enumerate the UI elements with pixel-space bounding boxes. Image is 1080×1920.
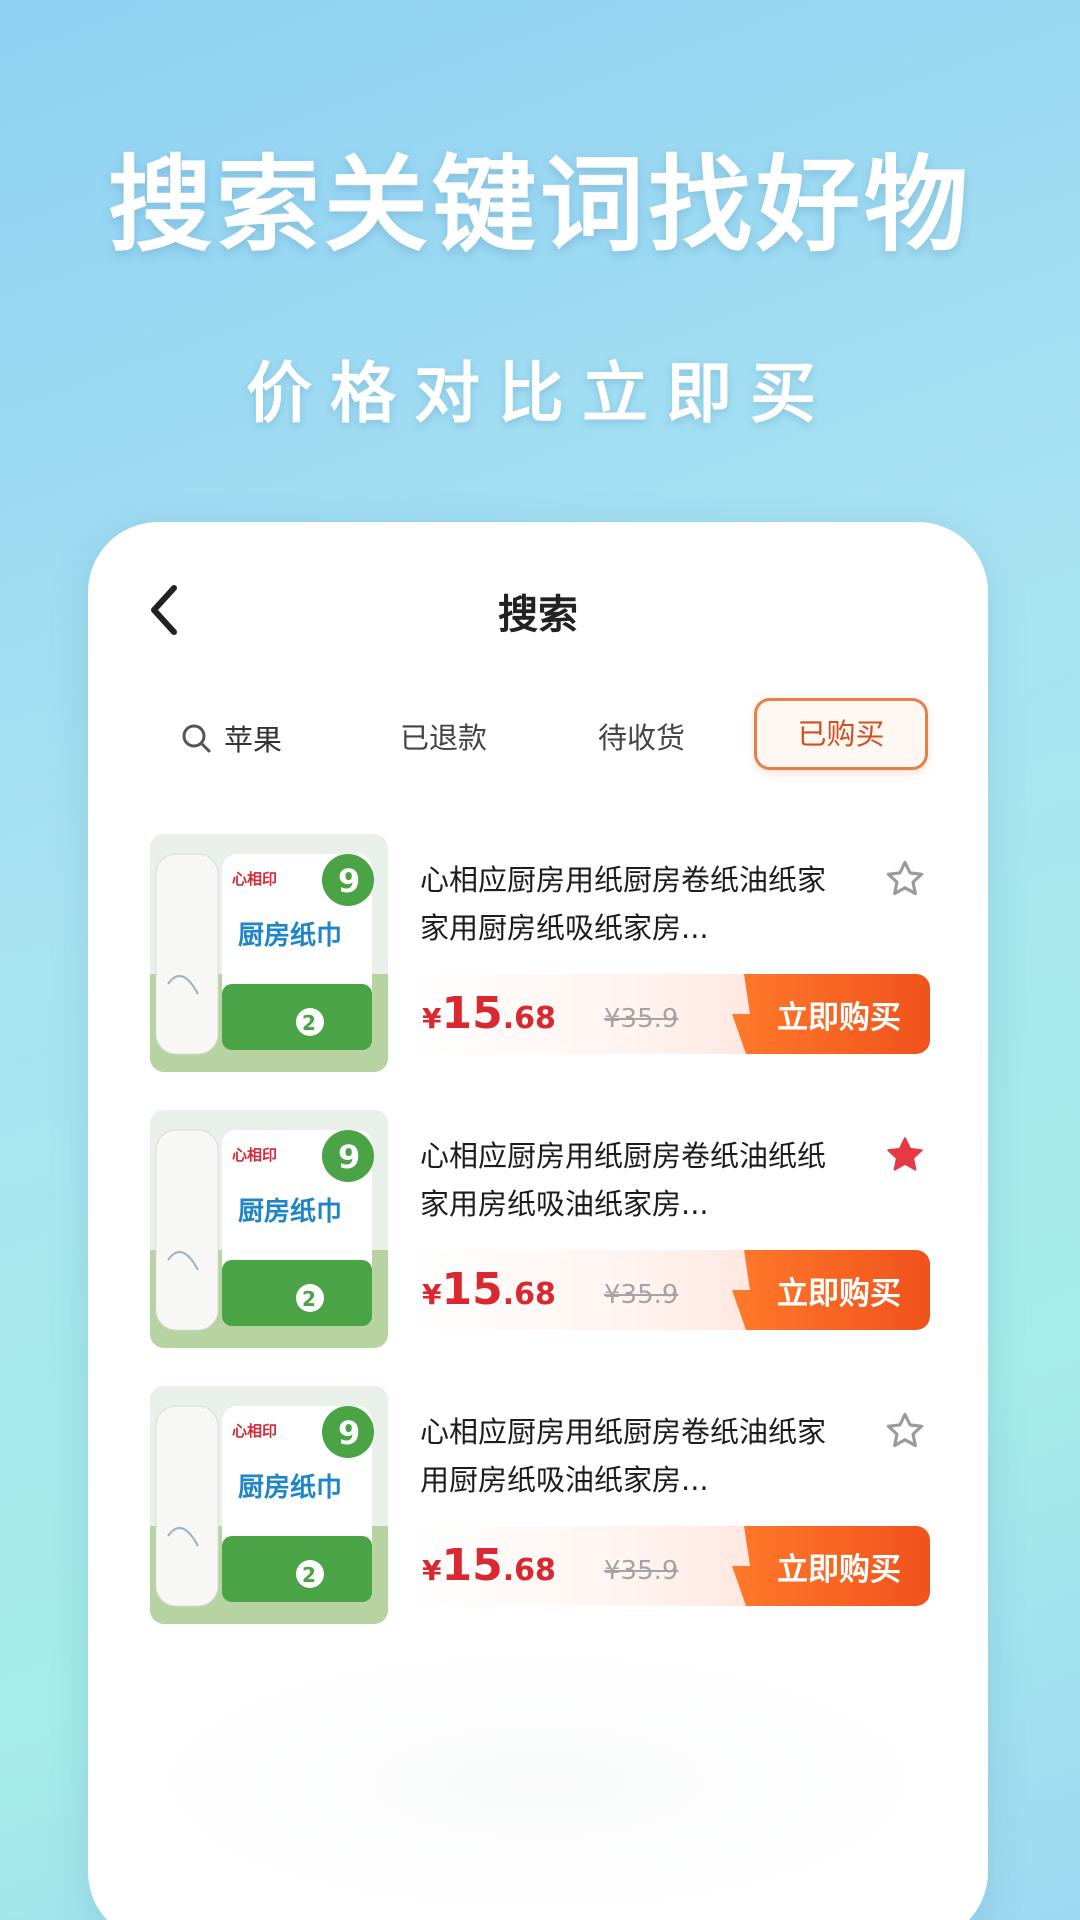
star-outline-icon[interactable]	[884, 1410, 926, 1452]
search-keyword[interactable]: 苹果	[180, 708, 282, 768]
page-title: 搜索	[498, 592, 578, 638]
tab-refunded[interactable]: 已退款	[400, 708, 487, 768]
price-row: ¥15.68 ¥35.9 立即购买	[408, 1526, 930, 1606]
product-item[interactable]: 厨房纸巾 心相印 9 2 心相应厨房用纸厨房卷纸油纸家用厨房纸吸油纸家房... …	[150, 1386, 930, 1626]
original-price: ¥35.9	[604, 1004, 679, 1034]
search-keyword-label: 苹果	[224, 723, 283, 757]
product-image[interactable]: 厨房纸巾 心相印 9 2	[150, 1110, 388, 1348]
product-title[interactable]: 心相应厨房用纸厨房卷纸油纸家家用厨房纸吸纸家房...	[420, 856, 840, 952]
phone-screen: 搜索 苹果 已退款 待收货 已购买 厨房纸巾 心相印 9 2 心相应厨房用纸厨房…	[88, 522, 988, 1920]
filter-bar: 苹果 已退款 待收货 已购买	[88, 698, 988, 778]
product-image-brand: 心相印	[232, 1422, 277, 1440]
star-filled-icon[interactable]	[884, 1134, 926, 1176]
product-title[interactable]: 心相应厨房用纸厨房卷纸油纸家用厨房纸吸油纸家房...	[420, 1408, 840, 1504]
original-price: ¥35.9	[604, 1280, 679, 1310]
tab-purchased[interactable]: 已购买	[754, 698, 928, 770]
product-image-badge: 9	[338, 1138, 360, 1176]
price-row: ¥15.68 ¥35.9 立即购买	[408, 974, 930, 1054]
star-outline-icon[interactable]	[884, 858, 926, 900]
product-image-count: 2	[302, 1011, 316, 1035]
product-image-badge: 9	[338, 1414, 360, 1452]
current-price: ¥15.68	[422, 1264, 556, 1315]
product-image[interactable]: 厨房纸巾 心相印 9 2	[150, 834, 388, 1072]
product-image-brand: 心相印	[232, 1146, 277, 1164]
nav-bar: 搜索	[88, 522, 988, 702]
product-item[interactable]: 厨房纸巾 心相印 9 2 心相应厨房用纸厨房卷纸油纸纸家用房纸吸油纸家房... …	[150, 1110, 930, 1350]
buy-now-button[interactable]: 立即购买	[732, 974, 930, 1054]
product-image-count: 2	[302, 1287, 316, 1311]
blurred-list-area	[128, 1642, 948, 1920]
current-price: ¥15.68	[422, 988, 556, 1039]
product-image-count: 2	[302, 1563, 316, 1587]
product-image-name: 厨房纸巾	[238, 1196, 342, 1227]
product-image-name: 厨房纸巾	[238, 920, 342, 951]
price-row: ¥15.68 ¥35.9 立即购买	[408, 1250, 930, 1330]
product-item[interactable]: 厨房纸巾 心相印 9 2 心相应厨房用纸厨房卷纸油纸家家用厨房纸吸纸家房... …	[150, 834, 930, 1074]
product-image-name: 厨房纸巾	[238, 1472, 342, 1503]
buy-now-button[interactable]: 立即购买	[732, 1526, 930, 1606]
product-image-badge: 9	[338, 862, 360, 900]
product-image-brand: 心相印	[232, 870, 277, 888]
product-image[interactable]: 厨房纸巾 心相印 9 2	[150, 1386, 388, 1624]
original-price: ¥35.9	[604, 1556, 679, 1586]
buy-now-button[interactable]: 立即购买	[732, 1250, 930, 1330]
hero-subtitle: 价格对比立即买	[246, 355, 834, 432]
hero-title: 搜索关键词找好物	[107, 144, 972, 266]
current-price: ¥15.68	[422, 1540, 556, 1591]
search-icon	[182, 724, 211, 753]
tab-pending-receipt[interactable]: 待收货	[598, 708, 685, 768]
product-title[interactable]: 心相应厨房用纸厨房卷纸油纸纸家用房纸吸油纸家房...	[420, 1132, 840, 1228]
